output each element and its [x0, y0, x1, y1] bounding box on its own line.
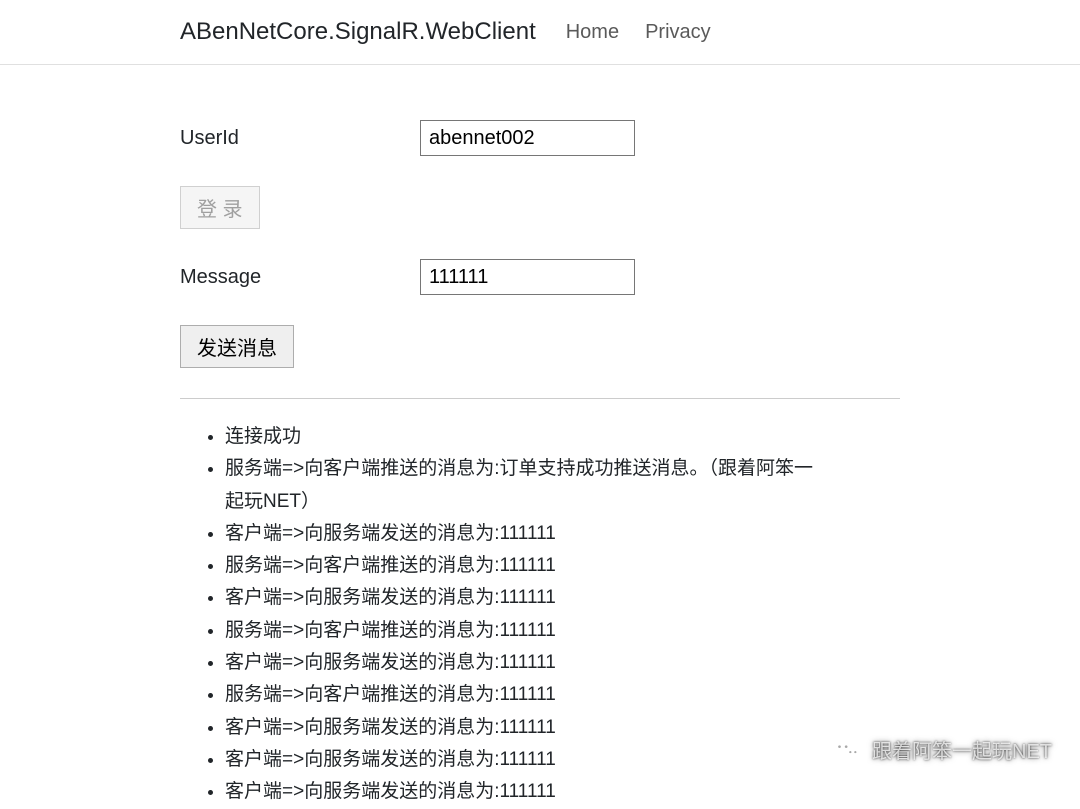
userid-input[interactable] — [420, 120, 635, 156]
list-item: 服务端=>向客户端推送的消息为:订单支持成功推送消息。（跟着阿笨一起玩NET） — [225, 453, 825, 518]
list-item: 服务端=>向客户端推送的消息为:111111 — [225, 615, 825, 647]
list-item: 客户端=>向服务端发送的消息为:111111 — [225, 647, 825, 679]
message-list: 连接成功 服务端=>向客户端推送的消息为:订单支持成功推送消息。（跟着阿笨一起玩… — [180, 421, 900, 809]
login-row: 登 录 — [180, 186, 900, 229]
login-button[interactable]: 登 录 — [180, 186, 260, 229]
send-button[interactable]: 发送消息 — [180, 325, 294, 368]
list-item: 客户端=>向服务端发送的消息为:111111 — [225, 776, 825, 808]
userid-label: UserId — [180, 127, 420, 150]
list-item: 连接成功 — [225, 421, 825, 453]
message-row: Message — [180, 259, 900, 295]
list-item: 客户端=>向服务端发送的消息为:111111 — [225, 582, 825, 614]
divider — [180, 398, 900, 399]
message-label: Message — [180, 266, 420, 289]
nav-link-privacy[interactable]: Privacy — [645, 21, 711, 44]
list-item: 服务端=>向客户端推送的消息为:111111 — [225, 550, 825, 582]
main-container: UserId 登 录 Message 发送消息 连接成功 服务端=>向客户端推送… — [0, 65, 1080, 809]
list-item: 客户端=>向服务端发送的消息为:111111 — [225, 744, 825, 776]
userid-row: UserId — [180, 120, 900, 156]
navbar-brand[interactable]: ABenNetCore.SignalR.WebClient — [180, 18, 536, 46]
navbar: ABenNetCore.SignalR.WebClient Home Priva… — [0, 0, 1080, 65]
list-item: 客户端=>向服务端发送的消息为:111111 — [225, 518, 825, 550]
message-input[interactable] — [420, 259, 635, 295]
nav-link-home[interactable]: Home — [566, 21, 619, 44]
list-item: 服务端=>向客户端推送的消息为:111111 — [225, 679, 825, 711]
send-row: 发送消息 — [180, 325, 900, 368]
list-item: 客户端=>向服务端发送的消息为:111111 — [225, 712, 825, 744]
